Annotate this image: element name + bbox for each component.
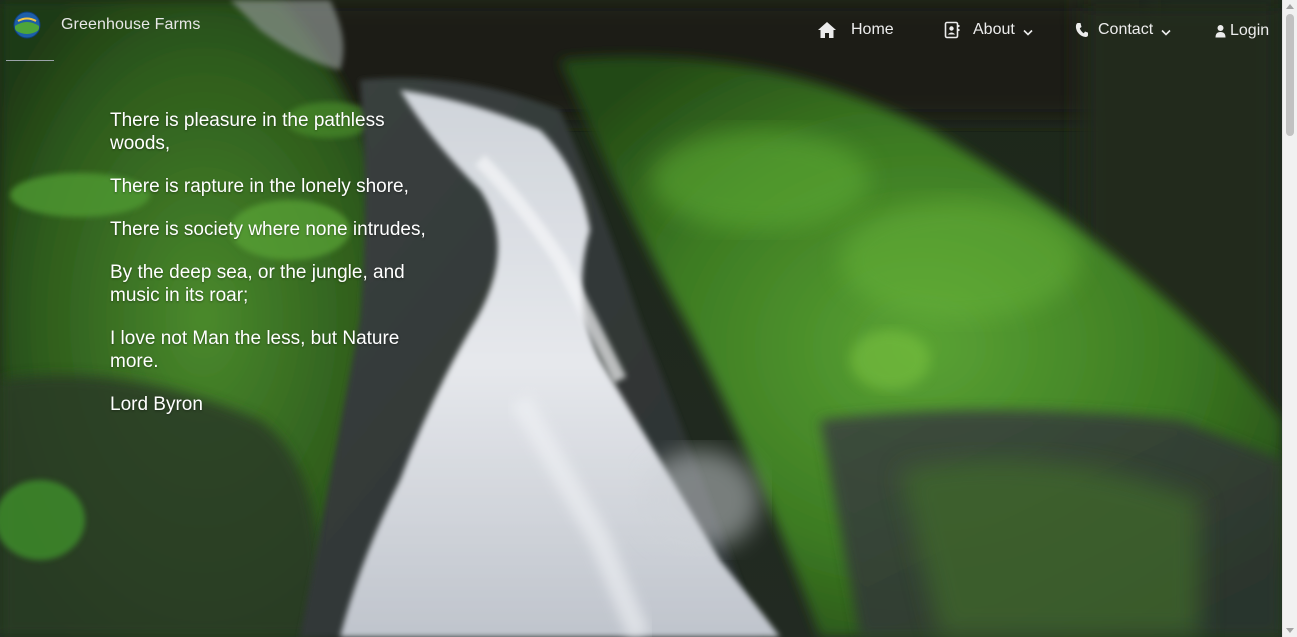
quote-line: There is society where none intrudes, (110, 219, 426, 240)
scroll-down-arrow-icon[interactable] (1286, 628, 1294, 633)
page-viewport: Greenhouse Farms Home About Contact Logi… (0, 0, 1297, 637)
nav-home-label: Home (851, 21, 894, 38)
nav-login-label: Login (1230, 22, 1270, 39)
page-scrollbar[interactable] (1282, 0, 1297, 637)
quote-line: I love not Man the less, but Nature more… (110, 328, 400, 372)
contact-card-icon (944, 21, 960, 39)
chevron-down-icon (1023, 23, 1033, 41)
user-icon (1215, 24, 1226, 38)
nav-about-label: About (973, 21, 1015, 38)
quote-author: Lord Byron (110, 394, 203, 415)
brand-name: Greenhouse Farms (61, 16, 201, 33)
top-navbar: Greenhouse Farms Home About Contact Logi… (0, 0, 1282, 61)
nav-home-link[interactable]: Home (817, 18, 894, 42)
hero-quote: There is pleasure in the pathless woods,… (110, 109, 430, 436)
globe-logo-icon (6, 10, 54, 61)
scroll-up-arrow-icon[interactable] (1286, 4, 1294, 9)
brand-link[interactable]: Greenhouse Farms (6, 10, 201, 61)
nav-contact-dropdown[interactable]: Contact (1075, 18, 1171, 42)
quote-line: There is pleasure in the pathless woods, (110, 110, 385, 154)
logo-underline (6, 49, 54, 61)
chevron-down-icon (1161, 23, 1171, 41)
quote-line: There is rapture in the lonely shore, (110, 176, 409, 197)
quote-line: By the deep sea, or the jungle, and musi… (110, 262, 405, 306)
home-icon (817, 21, 837, 39)
phone-icon (1075, 22, 1089, 38)
nav-contact-label: Contact (1098, 21, 1154, 38)
nav-about-dropdown[interactable]: About (944, 18, 1033, 42)
scrollbar-thumb[interactable] (1286, 14, 1294, 136)
nav-login-link[interactable]: Login (1215, 19, 1269, 43)
